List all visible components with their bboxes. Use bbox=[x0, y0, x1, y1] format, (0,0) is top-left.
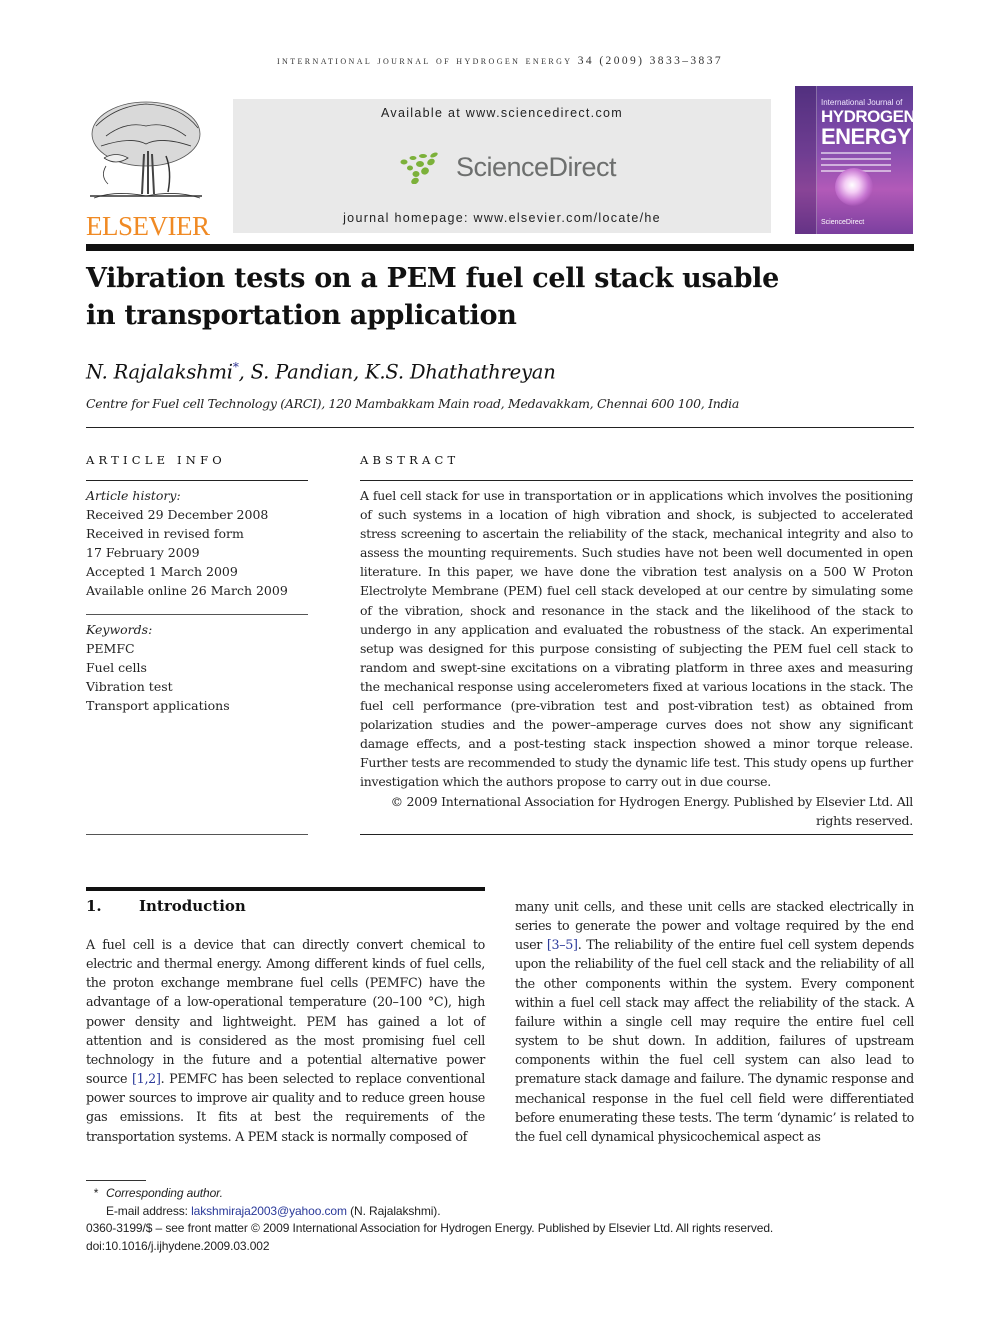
cover-strip bbox=[795, 86, 817, 234]
keyword-item: Vibration test bbox=[86, 679, 173, 695]
elsevier-tree-icon bbox=[90, 101, 202, 199]
history-item: Received in revised form bbox=[86, 526, 244, 542]
article-title: Vibration tests on a PEM fuel cell stack… bbox=[86, 263, 779, 331]
divider bbox=[360, 834, 913, 835]
history-item: Received 29 December 2008 bbox=[86, 507, 269, 523]
abstract-label: ABSTRACT bbox=[360, 453, 460, 467]
keywords: Keywords: PEMFC Fuel cells Vibration tes… bbox=[86, 620, 308, 715]
divider bbox=[86, 614, 308, 615]
footnote-rule bbox=[86, 1180, 146, 1181]
keyword-item: Transport applications bbox=[86, 698, 230, 714]
journal-homepage-link[interactable]: journal homepage: www.elsevier.com/locat… bbox=[233, 211, 771, 225]
cover-footer: ScienceDirect bbox=[821, 219, 865, 226]
email-owner: (N. Rajalakshmi). bbox=[346, 1203, 441, 1218]
email-link[interactable]: lakshmiraja2003@yahoo.com bbox=[191, 1204, 347, 1218]
article-history-label: Article history: bbox=[86, 488, 181, 503]
intro-right-column: many unit cells, and these unit cells ar… bbox=[515, 897, 914, 1146]
cover-title-line2: HYDROGEN bbox=[821, 107, 913, 126]
author-name: S. Pandian bbox=[250, 360, 354, 384]
footnote-text: Corresponding author. bbox=[106, 1186, 223, 1200]
cover-title-line1: International Journal of bbox=[821, 98, 903, 107]
divider bbox=[86, 427, 914, 428]
affiliation: Centre for Fuel cell Technology (ARCI), … bbox=[86, 396, 740, 411]
article-history: Article history: Received 29 December 20… bbox=[86, 486, 308, 601]
sciencedirect-dots-icon bbox=[400, 152, 438, 184]
corresponding-author-mark[interactable]: * bbox=[233, 360, 239, 374]
abstract-body: A fuel cell stack for use in transportat… bbox=[360, 486, 913, 830]
section-rule bbox=[86, 887, 485, 891]
cover-title-line3: ENERGY bbox=[821, 124, 911, 149]
sciencedirect-logo[interactable]: ScienceDirect bbox=[398, 147, 617, 187]
email-label: E-mail address: bbox=[106, 1203, 192, 1218]
footnotes: * Corresponding author. E-mail address: l… bbox=[86, 1185, 773, 1255]
abstract-copyright: © 2009 International Association for Hyd… bbox=[390, 793, 914, 828]
abstract-paragraph: A fuel cell stack for use in transportat… bbox=[360, 488, 913, 790]
article-info-label: ARTICLE INFO bbox=[86, 453, 226, 467]
keyword-item: Fuel cells bbox=[86, 660, 147, 676]
email-note: E-mail address: lakshmiraja2003@yahoo.co… bbox=[86, 1203, 773, 1221]
history-item: Available online 26 March 2009 bbox=[86, 583, 288, 599]
history-item: Accepted 1 March 2009 bbox=[86, 564, 238, 580]
corresponding-author-note: * Corresponding author. bbox=[86, 1185, 773, 1203]
available-at-link[interactable]: Available at www.sciencedirect.com bbox=[233, 106, 771, 120]
divider bbox=[86, 834, 308, 835]
elsevier-logo[interactable]: ELSEVIER bbox=[86, 96, 212, 240]
journal-cover[interactable]: International Journal of HYDROGEN ENERGY… bbox=[795, 86, 913, 234]
citation-link[interactable]: [1,2] bbox=[132, 1071, 161, 1086]
section-title: Introduction bbox=[139, 897, 246, 915]
cover-orb-graphic bbox=[835, 168, 873, 206]
front-matter-note: 0360-3199/$ – see front matter © 2009 In… bbox=[86, 1221, 774, 1235]
section-number: 1. bbox=[86, 897, 102, 915]
running-head: International Journal of Hydrogen Energy… bbox=[276, 55, 724, 67]
author-name: K.S. Dhathathreyan bbox=[365, 360, 556, 384]
section-heading-introduction: 1. Introduction bbox=[86, 897, 246, 915]
body-text: A fuel cell is a device that can directl… bbox=[86, 937, 485, 1087]
divider bbox=[86, 480, 308, 481]
keywords-label: Keywords: bbox=[86, 622, 153, 637]
header-rule bbox=[86, 244, 914, 251]
author-list: N. Rajalakshmi*, S. Pandian, K.S. Dhatha… bbox=[86, 360, 556, 384]
divider bbox=[360, 480, 913, 481]
citation-link[interactable]: [3–5] bbox=[547, 937, 578, 952]
sciencedirect-wordmark: ScienceDirect bbox=[456, 151, 617, 182]
elsevier-wordmark: ELSEVIER bbox=[86, 211, 210, 241]
footnote-star: * bbox=[93, 1186, 99, 1200]
body-text: . The reliability of the entire fuel cel… bbox=[515, 937, 914, 1144]
keyword-item: PEMFC bbox=[86, 641, 135, 657]
sciencedirect-banner: Available at www.sciencedirect.com Scien… bbox=[233, 99, 771, 233]
history-item: 17 February 2009 bbox=[86, 545, 200, 561]
author-name: N. Rajalakshmi bbox=[86, 360, 233, 384]
intro-left-column: A fuel cell is a device that can directl… bbox=[86, 935, 485, 1146]
doi[interactable]: doi:10.1016/j.ijhydene.2009.03.002 bbox=[86, 1238, 773, 1256]
